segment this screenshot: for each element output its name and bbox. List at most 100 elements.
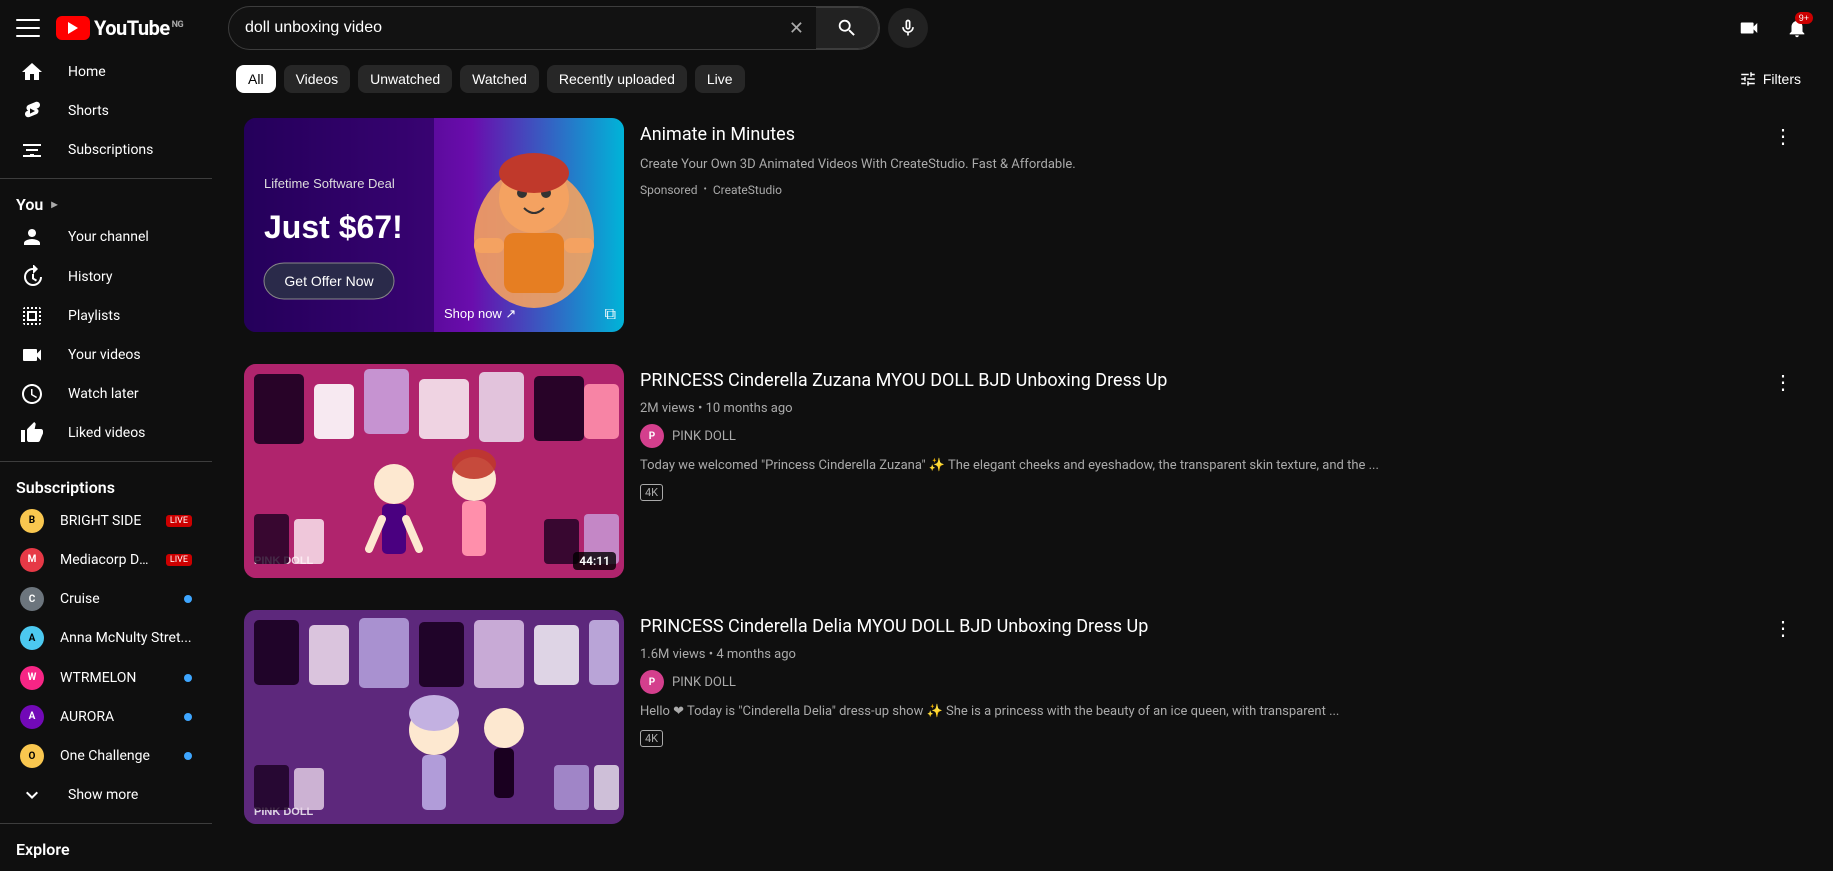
create-button[interactable] (1729, 8, 1769, 48)
video2-title: PRINCESS Cinderella Delia MYOU DOLL BJD … (640, 614, 1801, 639)
ng-badge: NG (172, 20, 184, 30)
search-input[interactable] (229, 11, 777, 45)
video1-info: PRINCESS Cinderella Zuzana MYOU DOLL BJD… (640, 364, 1801, 578)
sidebar-playlists-label: Playlists (68, 308, 120, 324)
sidebar-item-watch-later[interactable]: Watch later (4, 375, 208, 414)
sidebar-item-home[interactable]: Home (4, 52, 208, 91)
video2-channel-avatar: P (640, 670, 664, 694)
sidebar-item-bright-side[interactable]: B BRIGHT SIDE LIVE (4, 501, 208, 540)
video-card-2: PINK DOLL PRINCESS Cinderella Delia MYOU… (236, 602, 1809, 832)
notifications-button[interactable]: 9+ (1777, 8, 1817, 48)
sidebar: YouTubeNG Home Shorts Subscriptions You … (0, 0, 212, 871)
home-icon (20, 60, 44, 84)
sidebar-watch-later-label: Watch later (68, 386, 139, 402)
sidebar-item-mediacorp[interactable]: M Mediacorp Drama LIVE (4, 540, 208, 579)
one-challenge-label: One Challenge (60, 748, 168, 764)
video1-meta: 2M views • 10 months ago (640, 401, 1801, 416)
subscriptions-icon (20, 138, 44, 162)
filters-button[interactable]: Filters (1731, 64, 1809, 94)
sponsored-label: Sponsored (640, 183, 697, 197)
sidebar-header: YouTubeNG (0, 8, 212, 48)
filter-chip-watched[interactable]: Watched (460, 65, 539, 93)
ad-thumbnail[interactable]: Lifetime Software Deal Just $67! Get Off… (244, 118, 624, 332)
you-arrow-icon: ▸ (51, 197, 57, 211)
video-icon (20, 343, 44, 367)
sidebar-divider-3 (0, 823, 212, 824)
sidebar-item-your-videos[interactable]: Your videos (4, 335, 208, 374)
wtrmelon-label: WTRMELON (60, 670, 168, 686)
aurora-label: AURORA (60, 709, 168, 725)
sidebar-divider-1 (0, 178, 212, 179)
wtrmelon-dot (184, 674, 192, 682)
video1-thumbnail[interactable]: PINK DOLL 44:11 (244, 364, 624, 578)
mediacorp-label: Mediacorp Drama (60, 552, 150, 568)
video1-title: PRINCESS Cinderella Zuzana MYOU DOLL BJD… (640, 368, 1801, 393)
bright-side-label: BRIGHT SIDE (60, 513, 150, 529)
topbar-right: 9+ (1729, 8, 1817, 48)
video2-meta: 1.6M views • 4 months ago (640, 647, 1801, 662)
video1-more-button[interactable]: ⋮ (1765, 364, 1801, 400)
bright-side-live-badge: LIVE (166, 515, 192, 527)
mediacorp-live-badge: LIVE (166, 554, 192, 566)
video2-channel-name: PINK DOLL (672, 675, 736, 690)
video2-quality-badge: 4K (640, 730, 663, 747)
svg-text:Lifetime Software Deal: Lifetime Software Deal (264, 176, 395, 191)
mediacorp-avatar: M (20, 548, 44, 572)
video2-thumbnail[interactable]: PINK DOLL (244, 610, 624, 824)
ad-channel: CreateStudio (713, 183, 782, 197)
filter-chip-unwatched[interactable]: Unwatched (358, 65, 452, 93)
anna-avatar: A (20, 626, 44, 650)
ad-info: Animate in Minutes Create Your Own 3D An… (640, 118, 1801, 332)
ad-description: Create Your Own 3D Animated Videos With … (640, 155, 1801, 175)
sidebar-item-your-channel[interactable]: Your channel (4, 218, 208, 257)
sidebar-show-more[interactable]: Show more (4, 776, 208, 815)
sidebar-item-playlists[interactable]: Playlists (4, 296, 208, 335)
filter-chip-all[interactable]: All (236, 65, 276, 93)
sidebar-item-anna[interactable]: A Anna McNulty Stret... (4, 619, 208, 658)
video-card-1: PINK DOLL 44:11 PRINCESS Cinderella Zuza… (236, 356, 1809, 586)
sidebar-item-liked-videos[interactable]: Liked videos (4, 414, 208, 453)
menu-button[interactable] (16, 16, 40, 40)
sidebar-item-wtrmelon[interactable]: W WTRMELON (4, 658, 208, 697)
you-section-title[interactable]: You ▸ (0, 187, 212, 218)
video1-channel-avatar: P (640, 424, 664, 448)
content-area: Lifetime Software Deal Just $67! Get Off… (212, 102, 1833, 871)
chevron-down-icon (20, 783, 44, 807)
you-label: You (16, 195, 43, 214)
ad-more-button[interactable]: ⋮ (1765, 118, 1801, 154)
clear-search-button[interactable]: ✕ (777, 10, 816, 47)
sidebar-item-subscriptions[interactable]: Subscriptions (4, 130, 208, 169)
sidebar-your-channel-label: Your channel (68, 229, 149, 245)
sidebar-item-cruise[interactable]: C Cruise (4, 580, 208, 619)
filter-chip-recently-uploaded[interactable]: Recently uploaded (547, 65, 687, 93)
video2-views: 1.6M views (640, 647, 705, 662)
aurora-avatar: A (20, 705, 44, 729)
voice-search-button[interactable] (888, 8, 928, 48)
youtube-logo[interactable]: YouTubeNG (56, 16, 183, 40)
filter-chip-live[interactable]: Live (695, 65, 745, 93)
filters-label: Filters (1763, 71, 1801, 87)
ad-title: Animate in Minutes (640, 122, 1801, 147)
sidebar-item-aurora[interactable]: A AURORA (4, 697, 208, 736)
wtrmelon-avatar: W (20, 666, 44, 690)
filter-chip-videos[interactable]: Videos (284, 65, 351, 93)
one-challenge-avatar: O (20, 744, 44, 768)
playlist-icon (20, 304, 44, 328)
video2-info: PRINCESS Cinderella Delia MYOU DOLL BJD … (640, 610, 1801, 824)
search-area: ✕ (228, 6, 928, 50)
person-icon (20, 225, 44, 249)
sidebar-item-shorts[interactable]: Shorts (4, 91, 208, 130)
ad-card: Lifetime Software Deal Just $67! Get Off… (236, 110, 1809, 340)
explore-label: Explore (16, 840, 70, 859)
video1-channel-name: PINK DOLL (672, 429, 736, 444)
sidebar-item-one-challenge[interactable]: O One Challenge (4, 737, 208, 776)
video1-description: Today we welcomed "Princess Cinderella Z… (640, 456, 1801, 476)
video2-more-button[interactable]: ⋮ (1765, 610, 1801, 646)
sidebar-subscriptions-label: Subscriptions (68, 142, 153, 158)
sidebar-history-label: History (68, 269, 113, 285)
cruise-dot (184, 595, 192, 603)
search-submit-button[interactable] (816, 7, 879, 49)
anna-label: Anna McNulty Stret... (60, 630, 192, 646)
sidebar-home-label: Home (68, 64, 106, 80)
sidebar-item-history[interactable]: History (4, 257, 208, 296)
